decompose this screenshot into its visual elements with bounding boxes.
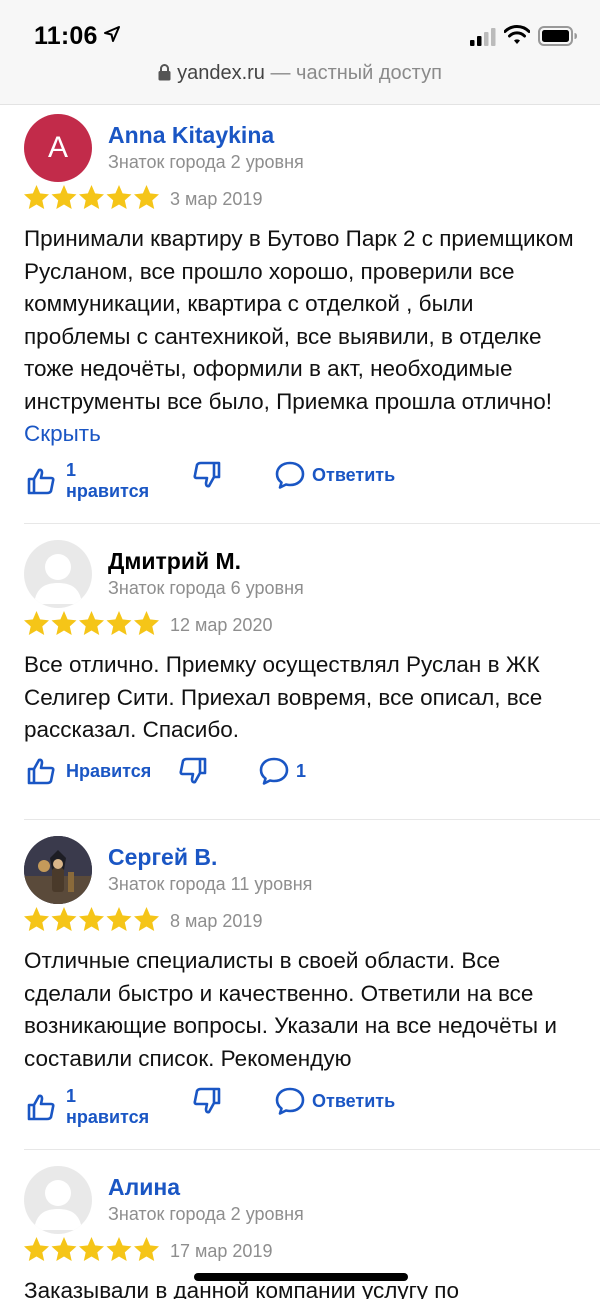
reviewer-name[interactable]: Алина [108, 1174, 180, 1201]
like-label: 1 нравится [66, 1086, 150, 1127]
dislike-button[interactable] [192, 460, 222, 490]
address-bar[interactable]: yandex.ru — частный доступ [0, 62, 600, 87]
address-domain: yandex.ru [177, 62, 265, 84]
review-date: 3 мар 2019 [170, 189, 263, 209]
avatar-letter: A [47, 131, 68, 164]
rating-stars [24, 907, 159, 931]
review-card: A Anna Kitaykina Знаток города 2 уровня … [0, 104, 600, 524]
avatar[interactable] [24, 836, 92, 904]
like-label: 1 нравится [66, 460, 150, 501]
thumbs-down-icon [192, 460, 222, 490]
review-date: 12 мар 2020 [170, 615, 273, 635]
default-user-icon [34, 554, 82, 604]
like-button[interactable]: Нравится [26, 756, 151, 786]
like-button[interactable]: 1 нравится [26, 1086, 149, 1128]
reviewer-name[interactable]: Дмитрий М. [108, 548, 241, 575]
cellular-signal-icon [470, 28, 496, 51]
user-photo [24, 836, 92, 904]
address-private-label: — частный доступ [264, 62, 442, 84]
reviewer-level: Знаток города 2 уровня [108, 152, 304, 172]
avatar[interactable]: A [24, 114, 92, 182]
wifi-icon [503, 24, 531, 51]
rating-stars [24, 1237, 159, 1261]
review-date: 8 мар 2019 [170, 911, 263, 931]
default-user-icon [34, 1180, 82, 1230]
dislike-button[interactable] [178, 756, 208, 786]
dislike-button[interactable] [192, 1086, 222, 1116]
comments-count: 1 [296, 760, 307, 781]
review-text: Принимали квартиру в Бутово Парк 2 с при… [24, 223, 584, 451]
review-body: Заказывали в данной компании услугу по [24, 1278, 460, 1299]
reviewer-name[interactable]: Anna Kitaykina [108, 122, 274, 149]
battery-icon [538, 26, 578, 51]
like-label: Нравится [66, 760, 152, 781]
reply-button[interactable]: Ответить [274, 1086, 395, 1116]
thumbs-down-icon [192, 1086, 222, 1116]
review-card: Сергей В. Знаток города 11 уровня 8 мар … [0, 820, 600, 1150]
reviewer-name[interactable]: Сергей В. [108, 844, 217, 871]
reviewer-level: Знаток города 2 уровня [108, 1204, 304, 1224]
thumbs-up-icon [26, 1092, 56, 1122]
review-body: Все отлично. Приемку осуществлял Руслан … [24, 652, 543, 742]
thumbs-down-icon [178, 756, 208, 786]
reply-label: Ответить [312, 464, 396, 485]
thumbs-up-icon [26, 466, 56, 496]
reply-label: Ответить [312, 1090, 396, 1111]
review-text: Все отлично. Приемку осуществлял Руслан … [24, 649, 584, 747]
browser-header: 11:06 yandex.ru — частный доступ [0, 0, 600, 105]
thumbs-up-icon [26, 756, 56, 786]
comment-bubble-icon [274, 460, 306, 490]
review-body: Принимали квартиру в Бутово Парк 2 с при… [24, 226, 574, 414]
lock-icon [158, 64, 171, 87]
location-arrow-icon [104, 26, 120, 47]
rating-stars [24, 185, 159, 209]
collapse-link[interactable]: Скрыть [24, 421, 101, 446]
rating-stars [24, 611, 159, 635]
reviewer-level: Знаток города 6 уровня [108, 578, 304, 598]
reviewer-level: Знаток города 11 уровня [108, 874, 313, 894]
home-indicator[interactable] [194, 1273, 408, 1281]
comment-bubble-icon [274, 1086, 306, 1116]
avatar[interactable] [24, 1166, 92, 1234]
avatar[interactable] [24, 540, 92, 608]
review-date: 17 мар 2019 [170, 1241, 273, 1261]
review-text: Отличные специалисты в своей области. Вс… [24, 945, 584, 1075]
like-button[interactable]: 1 нравится [26, 460, 149, 502]
comments-button[interactable]: 1 [258, 756, 306, 786]
review-body: Отличные специалисты в своей области. Вс… [24, 948, 557, 1071]
reply-button[interactable]: Ответить [274, 460, 395, 490]
review-card: Дмитрий М. Знаток города 6 уровня 12 мар… [0, 524, 600, 820]
comment-bubble-icon [258, 756, 290, 786]
status-time: 11:06 [34, 22, 98, 50]
